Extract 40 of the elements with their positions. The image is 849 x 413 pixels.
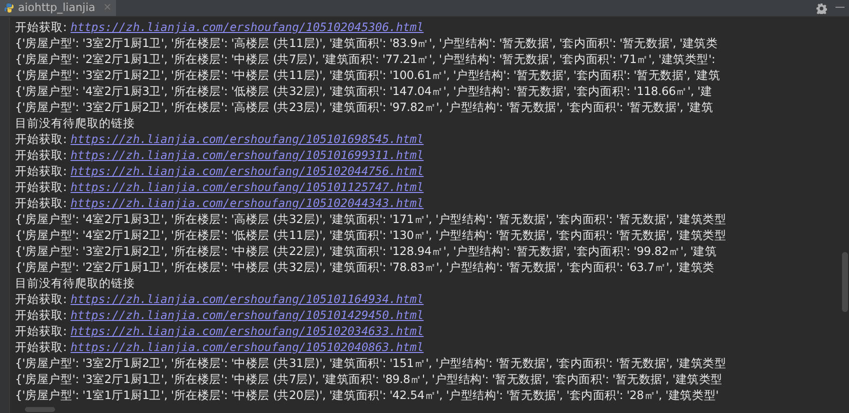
- settings-icon[interactable]: [816, 2, 827, 14]
- url-link[interactable]: https://zh.lianjia.com/ershoufang/105101164934.html: [70, 291, 424, 307]
- console-label: 开始获取:: [15, 147, 68, 163]
- console-status-line: 目前没有待爬取的链接: [15, 275, 135, 291]
- console-output-line: {'房屋户型': '3室2厅1厨2卫', '所在楼层': '中楼层 (共31层)', '建筑面积': '151㎡', '户型结构': '暂无数据', '套内面积': '暂无数据', '建筑类型: [15, 355, 726, 371]
- console-label: 开始获取:: [15, 307, 68, 323]
- console-label: 开始获取:: [15, 291, 68, 307]
- console-label: 开始获取:: [15, 163, 68, 179]
- console-output-line: {'房屋户型': '4室2厅1厨3卫', '所在楼层': '低楼层 (共32层)', '建筑面积': '147.04㎡', '户型结构': '暂无数据', '套内面积': '118.66㎡', '建: [15, 83, 712, 99]
- url-link[interactable]: https://zh.lianjia.com/ershoufang/105102034633.html: [70, 323, 424, 339]
- console-label: 开始获取:: [15, 195, 68, 211]
- console-output-line: {'房屋户型': '2室2厅1厨1卫', '所在楼层': '中楼层 (共32层)', '建筑面积': '78.83㎡', '户型结构': '暂无数据', '套内面积': '63.7㎡', '建筑类: [15, 259, 714, 275]
- console-label: 开始获取:: [15, 323, 68, 339]
- vertical-scrollbar-thumb[interactable]: [842, 252, 848, 312]
- console-label: 开始获取:: [15, 339, 68, 355]
- console-output-line: {'房屋户型': '3室2厅1厨2卫', '所在楼层': '中楼层 (共22层)', '建筑面积': '128.94㎡', '户型结构': '暂无数据', '套内面积': '99.82㎡', '建筑: [15, 243, 717, 259]
- url-link[interactable]: https://zh.lianjia.com/ershoufang/105101698545.html: [70, 131, 424, 147]
- url-link[interactable]: https://zh.lianjia.com/ershoufang/105102040863.html: [70, 339, 424, 355]
- console-status-line: 目前没有待爬取的链接: [15, 115, 135, 131]
- console-output-line: {'房屋户型': '3室2厅1厨2卫', '所在楼层': '中楼层 (共11层)', '建筑面积': '100.61㎡', '户型结构': '暂无数据', '套内面积': '暂无数据', '建筑: [15, 67, 720, 83]
- console-label: 开始获取:: [15, 131, 68, 147]
- minimize-button[interactable]: —: [835, 3, 845, 13]
- console-output-line: {'房屋户型': '4室2厅1厨3卫', '所在楼层': '高楼层 (共32层)', '建筑面积': '171㎡', '户型结构': '暂无数据', '套内面积': '暂无数据', '建筑类型: [15, 211, 726, 227]
- console-output-line: {'房屋户型': '2室2厅1厨1卫', '所在楼层': '中楼层 (共7层)', '建筑面积': '77.21㎡', '户型结构': '暂无数据', '套内面积': '71㎡', '建筑类型':: [15, 51, 716, 67]
- url-link[interactable]: https://zh.lianjia.com/ershoufang/105101125747.html: [70, 179, 424, 195]
- url-link[interactable]: https://zh.lianjia.com/ershoufang/105101429450.html: [70, 307, 424, 323]
- url-link[interactable]: https://zh.lianjia.com/ershoufang/105102044756.html: [70, 163, 424, 179]
- python-icon: [4, 3, 14, 13]
- url-link[interactable]: https://zh.lianjia.com/ershoufang/105101699311.html: [70, 147, 424, 163]
- url-link[interactable]: https://zh.lianjia.com/ershoufang/105102044343.html: [70, 195, 424, 211]
- console-output-line: {'房屋户型': '4室2厅1厨2卫', '所在楼层': '低楼层 (共11层)', '建筑面积': '130㎡', '户型结构': '暂无数据', '套内面积': '暂无数据', '建筑类型: [15, 227, 726, 243]
- console-label: 开始获取:: [15, 19, 68, 35]
- console-output-line: {'房屋户型': '1室1厅1厨1卫', '所在楼层': '中楼层 (共20层)', '建筑面积': '42.54㎡', '户型结构': '暂无数据', '套内面积': '28㎡', '建筑类型': [15, 387, 719, 403]
- horizontal-scrollbar-thumb[interactable]: [25, 407, 55, 412]
- url-link[interactable]: https://zh.lianjia.com/ershoufang/105102045306.html: [70, 19, 424, 35]
- console-output-line: {'房屋户型': '3室2厅1厨1卫', '所在楼层': '中楼层 (共7层)', '建筑面积': '89.8㎡', '户型结构': '暂无数据', '套内面积': '暂无数据', '建筑类型: [15, 371, 723, 387]
- console-label: 开始获取:: [15, 179, 68, 195]
- console-output-line: {'房屋户型': '3室2厅1厨1卫', '所在楼层': '高楼层 (共11层)', '建筑面积': '83.9㎡', '户型结构': '暂无数据', '套内面积': '暂无数据', '建筑类: [15, 35, 718, 51]
- run-tab[interactable]: aiohttp_lianjia ×: [0, 0, 116, 16]
- console-output-line: {'房屋户型': '3室2厅1厨2卫', '所在楼层': '高楼层 (共23层)', '建筑面积': '97.82㎡', '户型结构': '暂无数据', '套内面积': '暂无数据', '建筑: [15, 99, 714, 115]
